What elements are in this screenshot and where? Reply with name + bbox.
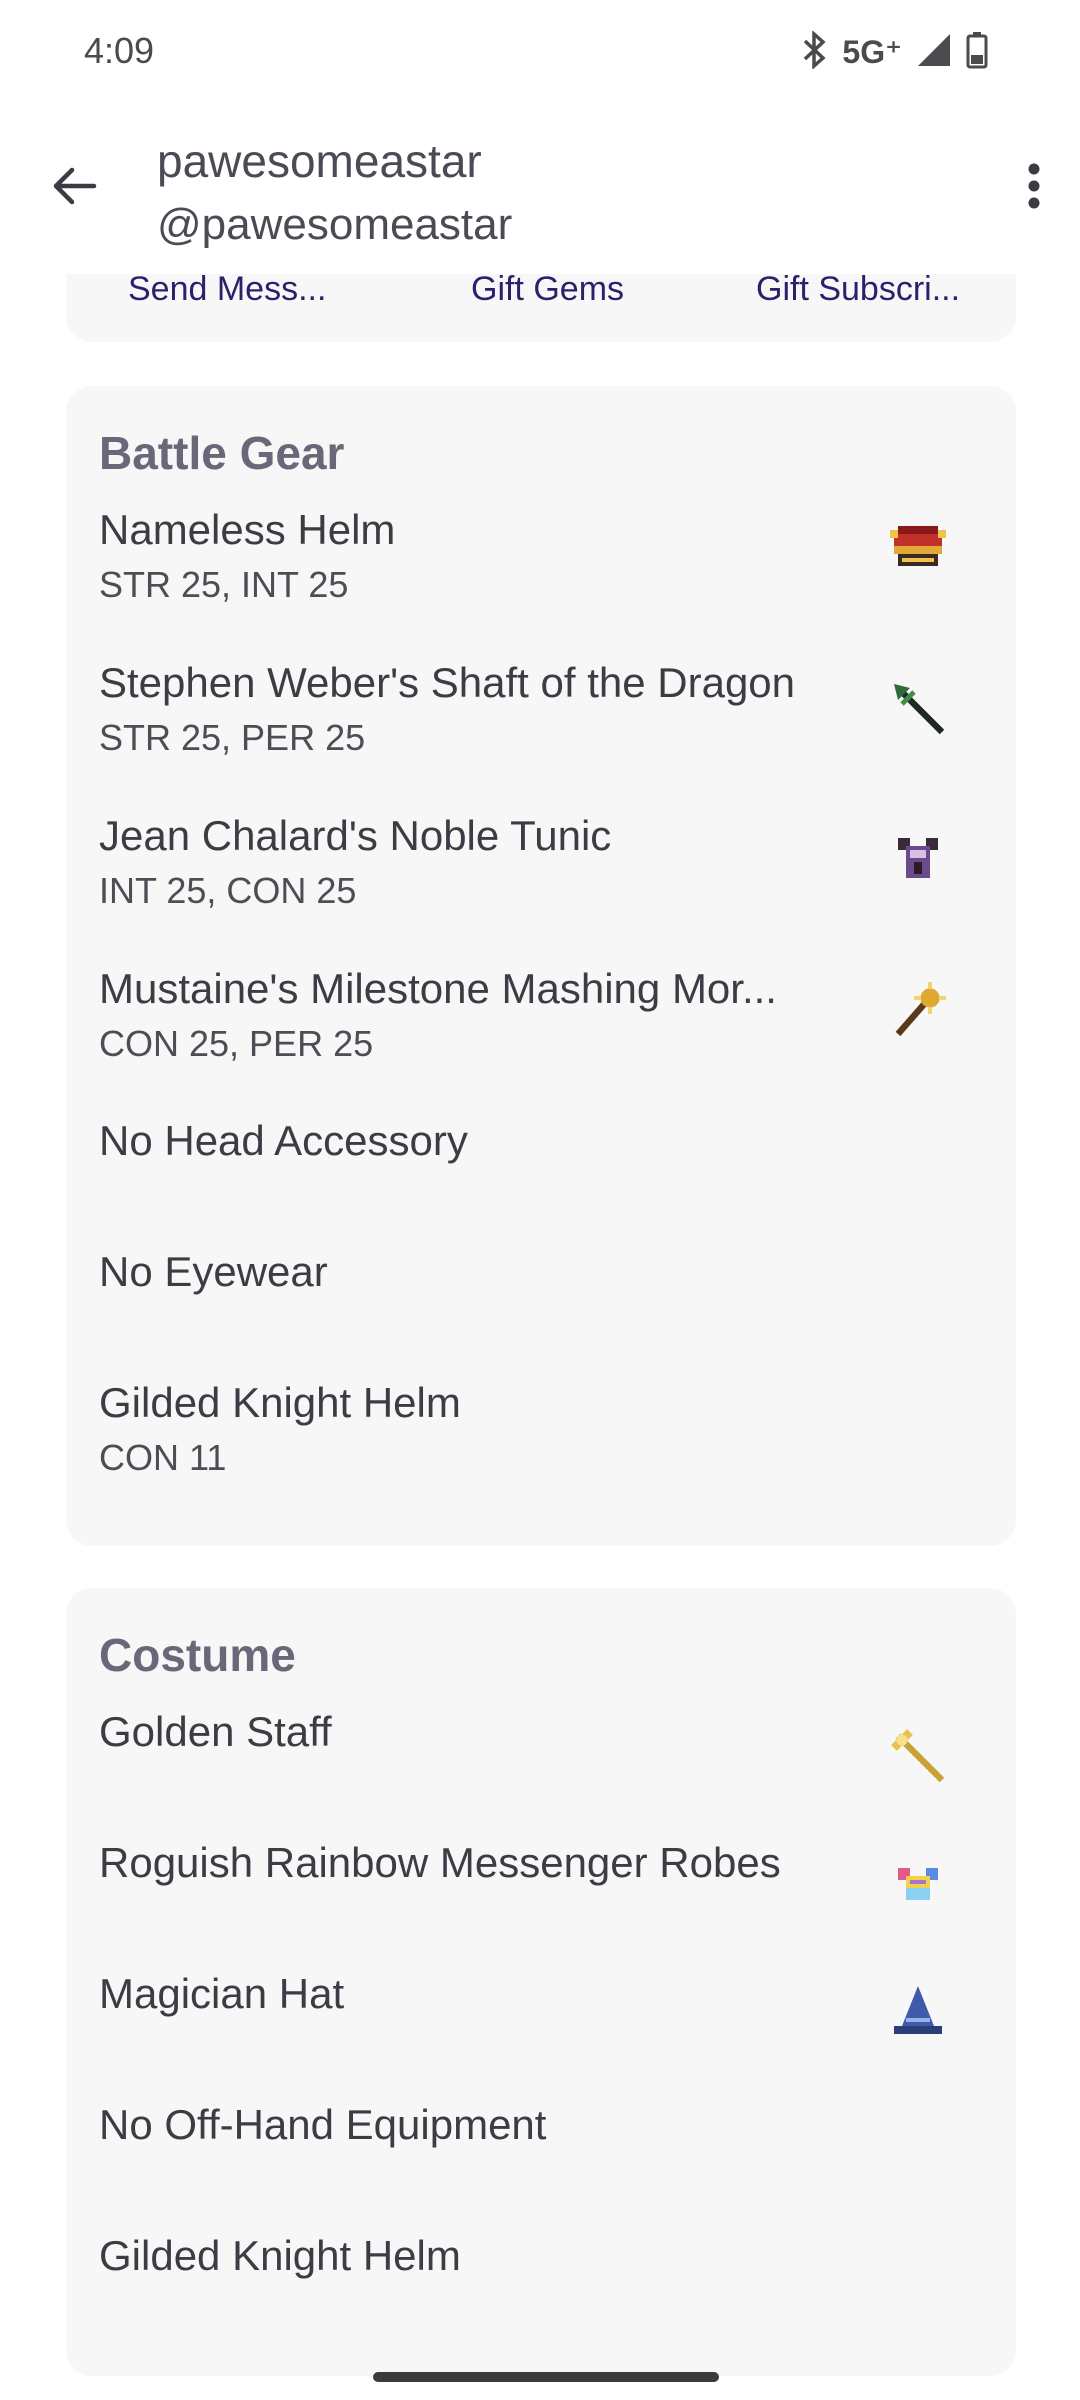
item-name: Roguish Rainbow Messenger Robes — [99, 1839, 781, 1886]
wizard-hat-icon — [886, 1978, 950, 2042]
gear-item-armor[interactable]: Jean Chalard's Noble Tunic INT 25, CON 2… — [99, 812, 979, 912]
app-header: pawesomeastar @pawesomeastar — [0, 104, 1080, 274]
home-indicator[interactable] — [373, 2372, 719, 2382]
item-name: Magician Hat — [99, 1970, 345, 2017]
costume-title: Costume — [99, 1629, 296, 1681]
morning-star-icon — [886, 978, 950, 1042]
network-label: 5G⁺ — [842, 34, 902, 70]
status-icons: 5G⁺ — [802, 29, 988, 74]
item-stats: STR 25, INT 25 — [99, 564, 349, 605]
gift-gems-button[interactable]: Gift Gems — [471, 270, 624, 309]
bluetooth-icon — [802, 29, 828, 74]
robes-icon — [886, 1852, 950, 1916]
item-name: Gilded Knight Helm — [99, 1379, 461, 1426]
battery-icon — [966, 31, 988, 74]
item-name: Stephen Weber's Shaft of the Dragon — [99, 659, 796, 706]
gear-item-head-accessory[interactable]: No Head Accessory — [99, 1117, 979, 1165]
item-name: No Off-Hand Equipment — [99, 2101, 547, 2148]
item-stats: CON 25, PER 25 — [99, 1023, 374, 1064]
gear-item-weapon[interactable]: Stephen Weber's Shaft of the Dragon STR … — [99, 659, 979, 759]
tunic-icon — [886, 826, 950, 890]
page-title: pawesomeastar — [157, 135, 482, 187]
item-name: No Head Accessory — [99, 1117, 468, 1164]
costume-item-weapon[interactable]: Golden Staff — [99, 1708, 979, 1756]
costume-item-armor[interactable]: Roguish Rainbow Messenger Robes — [99, 1839, 979, 1887]
page-subtitle: @pawesomeastar — [157, 200, 513, 249]
item-name: Nameless Helm — [99, 506, 396, 553]
status-time: 4:09 — [84, 30, 155, 71]
more-options-button[interactable] — [994, 146, 1074, 226]
item-name: Gilded Knight Helm — [99, 2232, 461, 2279]
item-stats: STR 25, PER 25 — [99, 717, 366, 758]
back-arrow-icon — [53, 167, 97, 205]
gear-item-shield[interactable]: Mustaine's Milestone Mashing Mor... CON … — [99, 965, 979, 1065]
back-button[interactable] — [34, 146, 114, 226]
item-stats: INT 25, CON 25 — [99, 870, 357, 911]
item-name: Mustaine's Milestone Mashing Mor... — [99, 965, 777, 1012]
send-message-button[interactable]: Send Mess... — [128, 270, 326, 309]
item-name: No Eyewear — [99, 1248, 328, 1295]
gear-item-head[interactable]: Nameless Helm STR 25, INT 25 — [99, 506, 979, 606]
costume-item-shield[interactable]: No Off-Hand Equipment — [99, 2101, 979, 2149]
costume-item-back[interactable]: Gilded Knight Helm — [99, 2232, 979, 2280]
battle-gear-card: Battle Gear Nameless Helm STR 25, INT 25… — [66, 386, 1016, 1546]
helm-icon — [886, 514, 950, 578]
costume-item-head[interactable]: Magician Hat — [99, 1970, 979, 2018]
item-name: Golden Staff — [99, 1708, 332, 1755]
battle-gear-title: Battle Gear — [99, 427, 345, 479]
signal-icon — [916, 32, 952, 73]
gift-subscription-button[interactable]: Gift Subscri... — [756, 270, 960, 309]
gear-item-eyewear[interactable]: No Eyewear — [99, 1248, 979, 1296]
item-stats: CON 11 — [99, 1437, 227, 1478]
staff-icon — [886, 1724, 950, 1788]
costume-card: Costume Golden Staff Roguish Rainbow Mes… — [66, 1588, 1016, 2376]
spear-icon — [886, 676, 950, 740]
gear-item-back[interactable]: Gilded Knight Helm CON 11 — [99, 1379, 979, 1479]
more-vert-icon — [1028, 163, 1040, 209]
status-bar: 4:09 5G⁺ — [0, 0, 1080, 104]
item-name: Jean Chalard's Noble Tunic — [99, 812, 612, 859]
